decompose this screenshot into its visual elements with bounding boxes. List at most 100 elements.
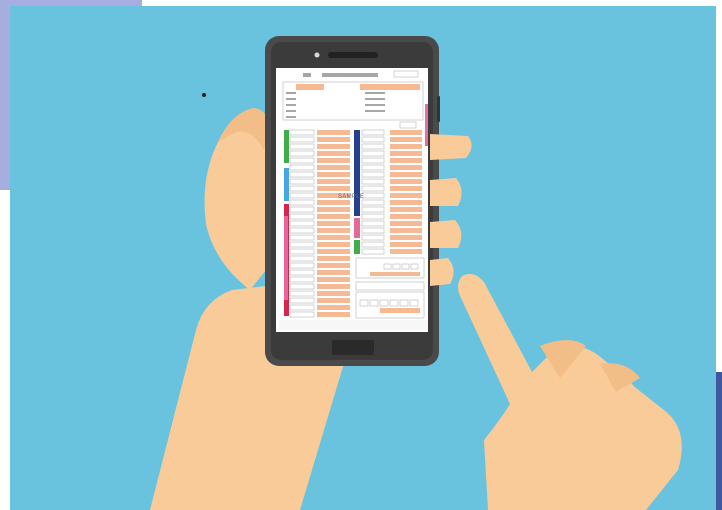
form-row-value-right bbox=[390, 151, 422, 156]
form-row-label-right bbox=[361, 248, 385, 255]
form-row-label-right bbox=[361, 143, 385, 150]
form-row-value-right bbox=[390, 130, 422, 135]
form-row-value-left bbox=[317, 277, 350, 282]
form-row-value-right bbox=[390, 158, 422, 163]
dot-mark bbox=[202, 93, 206, 97]
form-row-label-right bbox=[361, 164, 385, 171]
form-lower-grid-cell bbox=[369, 299, 379, 307]
form-row-value-left bbox=[317, 256, 350, 261]
form-row-label-left bbox=[289, 157, 315, 164]
form-info-label bbox=[365, 104, 385, 106]
form-info-label bbox=[286, 92, 296, 94]
form-row-value-right bbox=[390, 249, 422, 254]
form-row-label-right bbox=[361, 234, 385, 241]
form-lower-peach bbox=[370, 272, 420, 276]
form-row-label-left bbox=[289, 199, 315, 206]
form-row-value-left bbox=[317, 312, 350, 317]
form-row-value-left bbox=[317, 242, 350, 247]
form-row-value-right bbox=[390, 179, 422, 184]
form-lower-cell bbox=[410, 263, 419, 270]
form-row-value-right bbox=[390, 193, 422, 198]
form-row-value-right bbox=[390, 221, 422, 226]
form-lower-grid-cell bbox=[399, 299, 409, 307]
illustration-stage: SAMPLE bbox=[0, 0, 722, 510]
form-row-value-left bbox=[317, 144, 350, 149]
form-lower-cell bbox=[383, 263, 392, 270]
form-header-mark bbox=[303, 73, 311, 77]
form-row-label-right bbox=[361, 241, 385, 248]
form-row-value-right bbox=[390, 200, 422, 205]
form-row-label-left bbox=[289, 185, 315, 192]
form-info-label bbox=[365, 110, 385, 112]
form-lower-row bbox=[355, 281, 425, 291]
form-row-value-left bbox=[317, 151, 350, 156]
form-row-label-left bbox=[289, 136, 315, 143]
form-row-label-right bbox=[361, 150, 385, 157]
form-row-value-left bbox=[317, 179, 350, 184]
form-row-value-left bbox=[317, 137, 350, 142]
form-row-label-left bbox=[289, 171, 315, 178]
form-row-value-left bbox=[317, 165, 350, 170]
form-lower-grid-cell bbox=[379, 299, 389, 307]
form-row-label-left bbox=[289, 206, 315, 213]
form-row-value-right bbox=[390, 186, 422, 191]
form-row-label-left bbox=[289, 283, 315, 290]
form-row-label-left bbox=[289, 220, 315, 227]
form-row-label-left bbox=[289, 213, 315, 220]
form-row-value-left bbox=[317, 221, 350, 226]
form-category-green bbox=[284, 130, 289, 163]
form-row-label-right bbox=[361, 136, 385, 143]
form-category-green-right bbox=[354, 240, 360, 254]
sample-stamp: SAMPLE bbox=[338, 194, 365, 200]
form-lower-grid-cell bbox=[389, 299, 399, 307]
form-lower-cell bbox=[401, 263, 410, 270]
form-row-value-left bbox=[317, 284, 350, 289]
form-category-pink bbox=[284, 216, 288, 300]
form-lower-grid-cell bbox=[409, 299, 419, 307]
form-info-label bbox=[365, 92, 385, 94]
form-row-value-left bbox=[317, 158, 350, 163]
form-lower-grid-cell bbox=[359, 299, 369, 307]
form-row-label-left bbox=[289, 304, 315, 311]
form-row-label-left bbox=[289, 241, 315, 248]
form-info-label bbox=[365, 98, 385, 100]
form-row-value-left bbox=[317, 214, 350, 219]
form-info-label bbox=[286, 116, 296, 118]
form-row-value-left bbox=[317, 186, 350, 191]
form-lower-cell bbox=[392, 263, 401, 270]
form-row-label-left bbox=[289, 276, 315, 283]
form-row-value-left bbox=[317, 172, 350, 177]
form-info-peach-1 bbox=[296, 84, 324, 90]
form-row-value-left bbox=[317, 228, 350, 233]
form-header-title bbox=[322, 73, 378, 77]
form-info-label bbox=[286, 104, 296, 106]
form-row-value-left bbox=[317, 249, 350, 254]
form-row-label-left bbox=[289, 143, 315, 150]
form-category-blue bbox=[284, 168, 289, 201]
form-row-label-right bbox=[361, 157, 385, 164]
form-row-value-right bbox=[390, 172, 422, 177]
form-row-label-left bbox=[289, 164, 315, 171]
form-row-label-right bbox=[361, 185, 385, 192]
form-row-label-right bbox=[361, 178, 385, 185]
form-row-label-left bbox=[289, 150, 315, 157]
form-row-label-left bbox=[289, 311, 315, 318]
form-row-label-right bbox=[361, 227, 385, 234]
form-row-label-right bbox=[361, 220, 385, 227]
form-row-label-left bbox=[289, 227, 315, 234]
form-row-label-right bbox=[361, 129, 385, 136]
form-row-label-left bbox=[289, 129, 315, 136]
form-row-value-right bbox=[390, 228, 422, 233]
form-row-value-left bbox=[317, 235, 350, 240]
form-info-peach-2 bbox=[360, 84, 420, 90]
form-row-value-right bbox=[390, 207, 422, 212]
form-row-value-right bbox=[390, 242, 422, 247]
form-row-label-right bbox=[361, 171, 385, 178]
form-row-label-left bbox=[289, 269, 315, 276]
form-row-value-left bbox=[317, 130, 350, 135]
form-row-label-right bbox=[361, 206, 385, 213]
form-info-stamp-box bbox=[399, 121, 417, 129]
form-row-value-left bbox=[317, 207, 350, 212]
form-row-label-left bbox=[289, 192, 315, 199]
form-lower-grid-peach bbox=[380, 308, 420, 313]
